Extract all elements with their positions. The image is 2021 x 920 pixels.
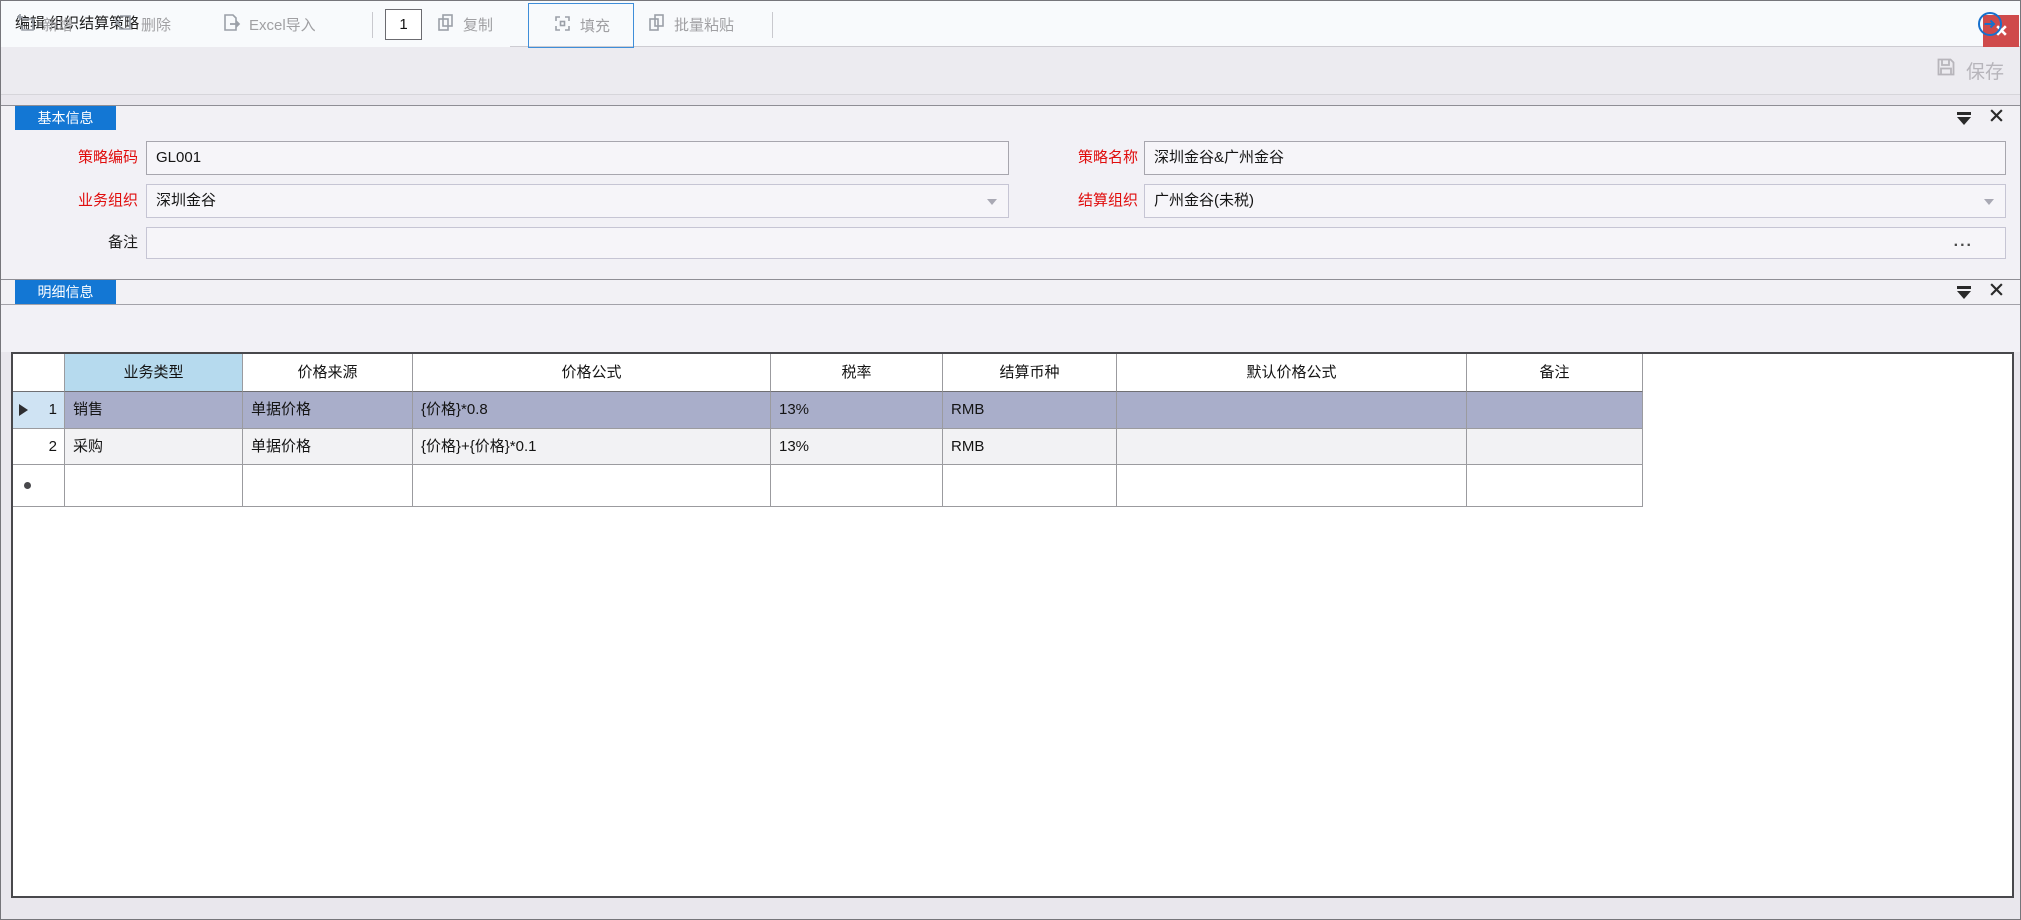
cell-tax-rate[interactable]: 13% bbox=[771, 392, 943, 429]
copy-row-button[interactable]: 复制 bbox=[435, 1, 493, 48]
row-number: 2 bbox=[49, 438, 57, 455]
excel-import-icon bbox=[221, 12, 242, 37]
remark-more-button[interactable]: ... bbox=[1954, 228, 1973, 256]
fill-button[interactable]: 填充 bbox=[528, 3, 634, 48]
basic-section-header: 基本信息 bbox=[1, 105, 2020, 131]
grid-corner-header[interactable] bbox=[13, 354, 65, 392]
name-label: 策略名称 bbox=[946, 141, 1138, 175]
collapse-section-icon[interactable] bbox=[1957, 286, 1971, 299]
add-row-button[interactable]: 新增 bbox=[15, 1, 73, 48]
dialog-window: 编辑 组织结算策略 保存 基本信息 策略编码 GL001 策略名 bbox=[0, 0, 2021, 920]
biz-org-select[interactable]: 深圳金谷 bbox=[146, 184, 1009, 218]
row-header[interactable]: 1 bbox=[13, 392, 65, 429]
column-header-price-source[interactable]: 价格来源 bbox=[243, 354, 413, 392]
code-input[interactable]: GL001 bbox=[146, 141, 1009, 175]
cell-biz-type[interactable]: 销售 bbox=[65, 392, 243, 429]
cell-price-source[interactable] bbox=[243, 465, 413, 507]
action-toolbar: 保存 bbox=[1, 47, 2020, 95]
batch-paste-icon bbox=[646, 12, 667, 37]
save-icon bbox=[1934, 55, 1958, 85]
fill-icon bbox=[552, 13, 573, 38]
batch-paste-label: 批量粘贴 bbox=[674, 14, 734, 35]
cell-price-source[interactable]: 单据价格 bbox=[243, 429, 413, 465]
column-header-biz-type[interactable]: 业务类型 bbox=[65, 354, 243, 392]
detail-toolbar bbox=[1, 305, 2020, 352]
copy-label: 复制 bbox=[463, 14, 493, 35]
row-number: 1 bbox=[49, 401, 57, 418]
cell-price-formula[interactable] bbox=[413, 465, 771, 507]
save-button-label: 保存 bbox=[1966, 57, 2004, 84]
chevron-down-icon[interactable] bbox=[1984, 199, 1994, 205]
cell-default-formula[interactable] bbox=[1117, 429, 1467, 465]
name-input[interactable]: 深圳金谷&广州金谷 bbox=[1144, 141, 2006, 175]
cell-currency[interactable]: RMB bbox=[943, 392, 1117, 429]
excel-import-label: Excel导入 bbox=[249, 14, 316, 35]
remark-input[interactable]: ... bbox=[146, 227, 2006, 259]
copy-icon bbox=[435, 12, 456, 37]
settle-org-label: 结算组织 bbox=[946, 184, 1138, 218]
current-row-icon bbox=[19, 404, 28, 416]
column-header-tax-rate[interactable]: 税率 bbox=[771, 354, 943, 392]
close-section-icon[interactable] bbox=[1989, 282, 2004, 302]
cell-tax-rate[interactable]: 13% bbox=[771, 429, 943, 465]
cell-default-formula[interactable] bbox=[1117, 465, 1467, 507]
detail-section-header: 明细信息 bbox=[1, 279, 2020, 305]
batch-paste-button[interactable]: 批量粘贴 bbox=[646, 1, 734, 48]
tab-detail-info[interactable]: 明细信息 bbox=[15, 280, 116, 304]
row-header[interactable]: 2 bbox=[13, 429, 65, 465]
column-header-remark[interactable]: 备注 bbox=[1467, 354, 1643, 392]
cell-biz-type[interactable]: 采购 bbox=[65, 429, 243, 465]
cell-price-formula[interactable]: {价格}+{价格}*0.1 bbox=[413, 429, 771, 465]
new-row-header[interactable] bbox=[13, 465, 65, 507]
column-header-default-formula[interactable]: 默认价格公式 bbox=[1117, 354, 1467, 392]
fill-label: 填充 bbox=[580, 15, 610, 36]
toolbar-separator bbox=[772, 12, 773, 38]
save-button[interactable]: 保存 bbox=[1934, 54, 2004, 86]
toolbar-separator bbox=[372, 12, 373, 38]
delete-label: 删除 bbox=[141, 14, 171, 35]
copy-count-input[interactable]: 1 bbox=[385, 9, 422, 40]
biz-org-value: 深圳金谷 bbox=[156, 192, 216, 209]
cell-remark[interactable] bbox=[1467, 392, 1643, 429]
cell-remark[interactable] bbox=[1467, 465, 1643, 507]
close-section-icon[interactable] bbox=[1989, 108, 2004, 128]
cell-price-formula[interactable]: {价格}*0.8 bbox=[413, 392, 771, 429]
add-icon bbox=[15, 12, 36, 37]
delete-icon bbox=[113, 12, 134, 37]
delete-row-button[interactable]: 删除 bbox=[113, 1, 171, 48]
cell-currency[interactable]: RMB bbox=[943, 429, 1117, 465]
cell-biz-type[interactable] bbox=[65, 465, 243, 507]
cell-tax-rate[interactable] bbox=[771, 465, 943, 507]
cell-remark[interactable] bbox=[1467, 429, 1643, 465]
detail-grid: 业务类型 价格来源 价格公式 税率 结算币种 默认价格公式 备注 1 销售 单据… bbox=[11, 352, 2014, 898]
excel-import-button[interactable]: Excel导入 bbox=[221, 1, 316, 48]
tab-basic-info[interactable]: 基本信息 bbox=[15, 106, 116, 130]
column-header-currency[interactable]: 结算币种 bbox=[943, 354, 1117, 392]
code-label: 策略编码 bbox=[1, 141, 138, 175]
new-row-icon bbox=[24, 482, 31, 489]
cell-price-source[interactable]: 单据价格 bbox=[243, 392, 413, 429]
settle-org-select[interactable]: 广州金谷(未税) bbox=[1144, 184, 2006, 218]
forward-icon[interactable] bbox=[1977, 11, 2003, 37]
biz-org-label: 业务组织 bbox=[1, 184, 138, 218]
settle-org-value: 广州金谷(未税) bbox=[1154, 192, 1254, 209]
add-label: 新增 bbox=[43, 14, 73, 35]
cell-default-formula[interactable] bbox=[1117, 392, 1467, 429]
cell-currency[interactable] bbox=[943, 465, 1117, 507]
column-header-price-formula[interactable]: 价格公式 bbox=[413, 354, 771, 392]
remark-label: 备注 bbox=[1, 227, 138, 259]
collapse-section-icon[interactable] bbox=[1957, 112, 1971, 125]
